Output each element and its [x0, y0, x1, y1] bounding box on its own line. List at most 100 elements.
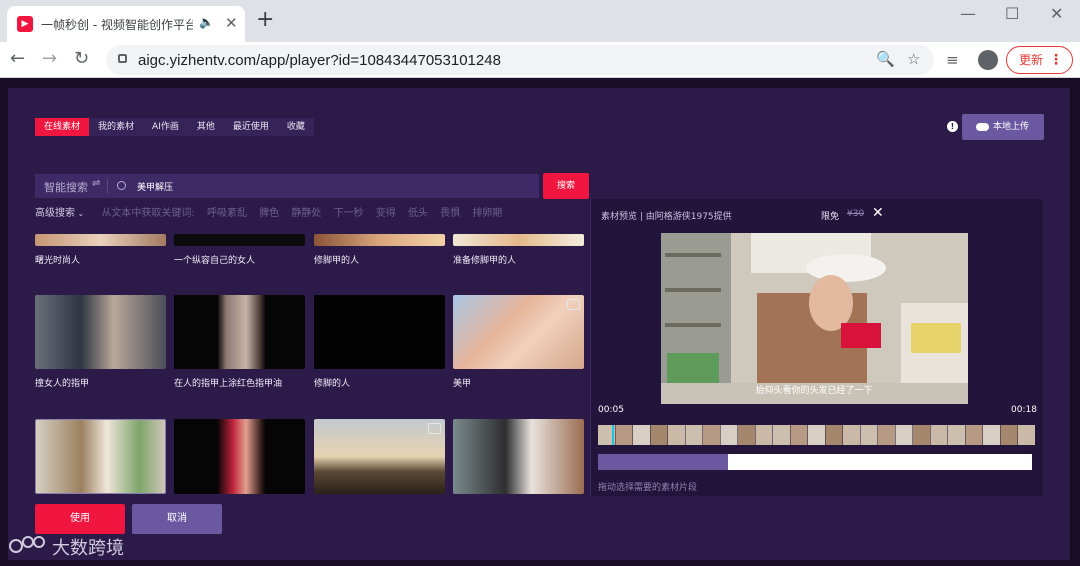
material-title: 修脚甲的人	[314, 256, 360, 266]
search-input[interactable]: 美甲解压	[137, 180, 173, 193]
filmstrip-frame	[983, 425, 1000, 445]
keyword-chip[interactable]: 下一秒	[334, 208, 364, 219]
material-card[interactable]: 曙光时尚人	[35, 234, 166, 268]
filmstrip-frame	[703, 425, 720, 445]
material-thumbnail	[174, 419, 305, 494]
search-button[interactable]: 搜索	[543, 173, 589, 199]
keyword-chip[interactable]: 低头	[408, 208, 428, 219]
upload-label: 本地上传	[993, 122, 1030, 132]
filmstrip-frame	[650, 425, 668, 445]
url-text[interactable]: aigc.yizhentv.com/app/player?id=10843447…	[138, 52, 501, 69]
material-title: 准备修脚甲的人	[453, 256, 517, 266]
speaker-icon[interactable]: 🔈	[199, 15, 214, 29]
filmstrip-frame	[948, 425, 965, 445]
free-badge: 限免	[821, 212, 840, 222]
forward-icon[interactable]: →	[42, 49, 57, 69]
search-type-select[interactable]: 智能搜索	[44, 179, 88, 195]
material-card[interactable]: 美甲	[453, 295, 584, 395]
preview-frame: 抬仰头看你的头发已经了一下	[661, 233, 968, 404]
material-card[interactable]	[453, 419, 584, 498]
preview-header: 素材预览 | 由阿格游侠1975提供	[601, 212, 732, 222]
material-thumbnail	[174, 234, 305, 246]
material-title: 一个纵容自己的女人	[174, 256, 256, 266]
window-close-icon[interactable]: ✕	[1050, 4, 1063, 23]
category-tabs: 在线素材 我的素材 AI作画 其他 最近使用 收藏	[35, 118, 314, 136]
filmstrip-frame	[755, 425, 773, 445]
material-card[interactable]: 修脚甲的人	[314, 234, 445, 268]
start-time: 00:05	[598, 405, 624, 415]
swap-icon[interactable]: ⇌	[92, 178, 100, 189]
filmstrip[interactable]	[598, 425, 1040, 445]
filmstrip-frame	[913, 425, 930, 445]
update-label: 更新	[1019, 53, 1044, 67]
cancel-button[interactable]: 取消	[132, 504, 222, 534]
advanced-search-toggle[interactable]: 高级搜索	[35, 208, 75, 219]
material-card[interactable]	[174, 419, 305, 498]
original-price: ¥30	[847, 209, 865, 219]
chevron-down-icon[interactable]: ⌄	[75, 209, 85, 218]
new-tab-button[interactable]: +	[256, 8, 274, 32]
material-card-selected[interactable]	[35, 419, 166, 498]
material-card[interactable]: 准备修脚甲的人	[453, 234, 584, 268]
info-icon[interactable]: !	[947, 121, 958, 132]
filmstrip-frame	[895, 425, 913, 445]
filmstrip-frame	[633, 425, 650, 445]
material-thumbnail	[314, 419, 445, 494]
tab-title: 一帧秒创 - 视频智能创作平台	[41, 18, 193, 32]
address-bar[interactable]: aigc.yizhentv.com/app/player?id=10843447…	[106, 45, 934, 75]
video-subtitle: 抬仰头看你的头发已经了一下	[755, 384, 872, 396]
tab-ai-painting[interactable]: AI作画	[143, 118, 188, 136]
close-icon[interactable]: ✕	[872, 205, 884, 221]
filmstrip-frame	[843, 425, 860, 445]
material-card[interactable]: 撞女人的指甲	[35, 295, 166, 395]
playhead-marker[interactable]	[612, 425, 614, 445]
keyword-chip[interactable]: 变得	[376, 208, 396, 219]
preview-video[interactable]: 抬仰头看你的头发已经了一下	[661, 233, 968, 404]
watermark-logo-icon	[9, 536, 45, 553]
browser-tab[interactable]: ▶ 一帧秒创 - 视频智能创作平台 🔈 ✕	[7, 6, 245, 42]
material-thumbnail	[35, 234, 166, 246]
maximize-icon[interactable]: ☐	[1005, 4, 1019, 23]
material-card[interactable]: 一个纵容自己的女人	[174, 234, 305, 268]
material-card[interactable]: 修脚的人	[314, 295, 445, 395]
clip-range-slider[interactable]	[598, 454, 1032, 470]
cloud-upload-icon	[976, 123, 989, 131]
tab-my-materials[interactable]: 我的素材	[89, 118, 144, 136]
minimize-icon[interactable]: —	[960, 4, 976, 23]
search-icon	[117, 181, 126, 190]
filmstrip-frame	[720, 425, 738, 445]
search-bar: 智能搜索 ⇌ 美甲解压	[35, 174, 539, 198]
material-thumbnail	[453, 419, 584, 494]
keyword-hint: 从文本中获取关键词:	[101, 208, 195, 219]
tab-close-icon[interactable]: ✕	[225, 14, 238, 32]
reload-icon[interactable]: ↻	[74, 49, 89, 69]
material-thumbnail	[35, 295, 166, 369]
material-card[interactable]: 在人的指甲上涂红色指甲油	[174, 295, 305, 395]
tab-recently-used[interactable]: 最近使用	[223, 118, 278, 136]
filmstrip-frame	[930, 425, 948, 445]
filmstrip-frame	[808, 425, 825, 445]
keyword-chip[interactable]: 静静处	[291, 208, 321, 219]
update-button[interactable]: 更新 ⋮	[1006, 46, 1073, 74]
keyword-chip[interactable]: 呼吸紊乱	[207, 208, 247, 219]
material-card[interactable]	[314, 419, 445, 498]
end-time: 00:18	[1011, 405, 1037, 415]
local-upload-button[interactable]: 本地上传	[962, 114, 1044, 140]
clip-range-selection[interactable]	[598, 454, 728, 470]
zoom-icon[interactable]: 🔍	[876, 50, 895, 68]
keyword-chip[interactable]: 畏惧	[440, 208, 460, 219]
use-button[interactable]: 使用	[35, 504, 125, 534]
tab-favorites[interactable]: 收藏	[277, 118, 314, 136]
media-control-icon[interactable]: ≡	[946, 51, 959, 69]
menu-dots-icon: ⋮	[1049, 52, 1063, 68]
tab-other[interactable]: 其他	[187, 118, 224, 136]
app-favicon-icon: ▶	[17, 16, 33, 32]
keyword-chip[interactable]: 脾色	[259, 208, 279, 219]
profile-avatar[interactable]	[978, 50, 998, 70]
keyword-chip[interactable]: 排卵期	[472, 208, 502, 219]
back-icon[interactable]: ←	[10, 49, 25, 69]
watermark-text: 大数跨境	[52, 538, 124, 559]
bookmark-star-icon[interactable]: ☆	[907, 50, 920, 68]
material-thumbnail	[174, 295, 305, 369]
tab-online-materials[interactable]: 在线素材	[35, 118, 90, 136]
